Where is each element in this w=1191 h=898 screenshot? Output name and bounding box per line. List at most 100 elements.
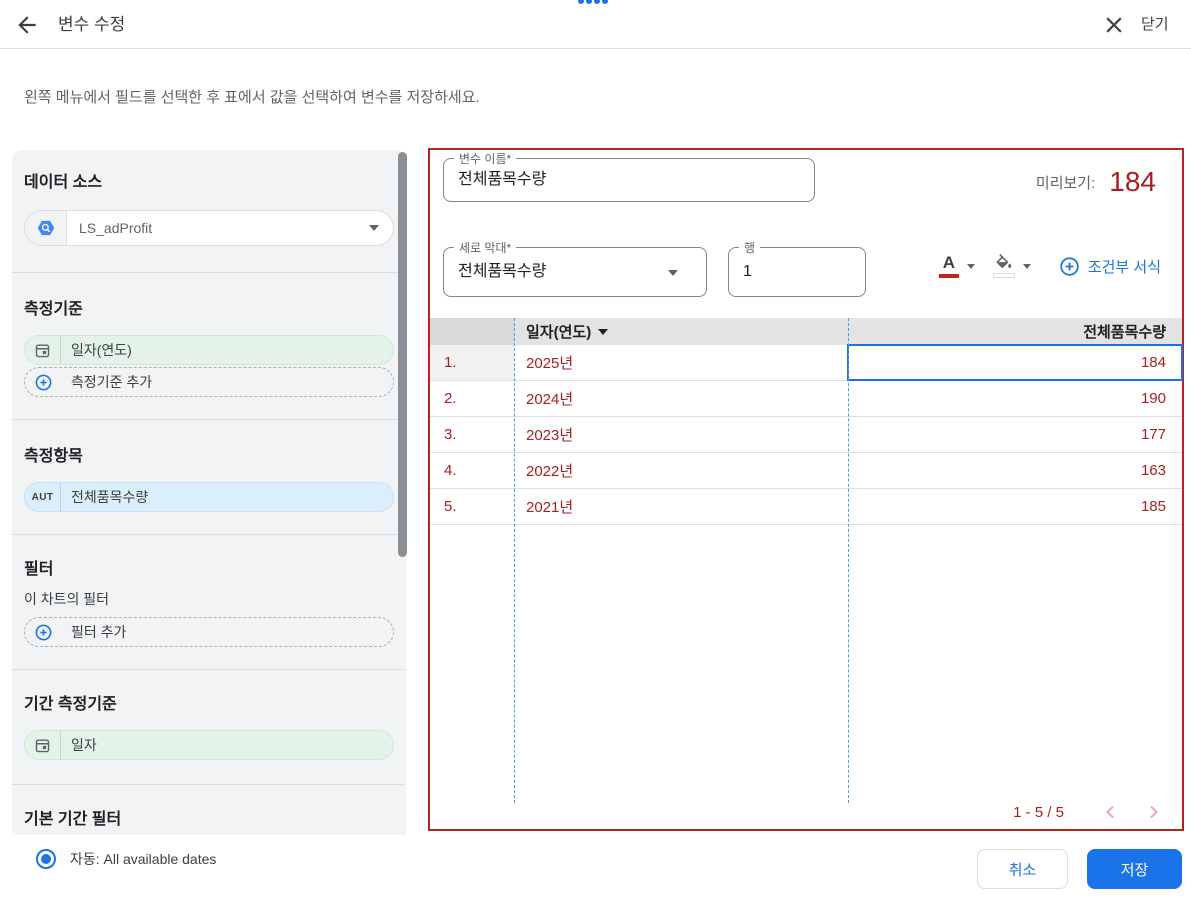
add-dimension-button[interactable]: 측정기준 추가 — [24, 367, 394, 397]
dimension-column-header[interactable]: 일자(연도) — [514, 321, 848, 342]
bigquery-hexagon-icon — [25, 211, 67, 245]
close-label[interactable]: 닫기 — [1141, 0, 1169, 49]
chevron-down-icon[interactable] — [966, 263, 975, 269]
data-source-title: 데이터 소스 — [24, 174, 103, 191]
default-date-filter-title: 기본 기간 필터 — [24, 811, 122, 828]
value-cell[interactable]: 190 — [848, 381, 1182, 416]
column-guide-line — [514, 318, 515, 803]
row-index: 2. — [444, 390, 457, 407]
metric-column-header[interactable]: 전체품목수량 — [848, 321, 1182, 342]
chevron-down-icon — [668, 270, 678, 276]
plus-circle-icon — [25, 368, 61, 396]
prev-page-button[interactable] — [1098, 800, 1122, 824]
fill-color-swatch — [992, 273, 1015, 278]
calendar-icon — [25, 336, 61, 364]
table-row: 4. 2022년 163 — [430, 453, 1182, 489]
filter-subtitle: 이 차트의 필터 — [24, 591, 110, 607]
arrow-left-icon — [18, 16, 36, 34]
format-toolbar: A 조건부 서식 — [938, 253, 1161, 278]
top-bar: 변수 수정 닫기 — [0, 0, 1191, 49]
back-button[interactable] — [14, 12, 40, 38]
plus-circle-icon — [25, 618, 61, 646]
conditional-format-label: 조건부 서식 — [1087, 258, 1161, 276]
date-dimension-title: 기간 측정기준 — [24, 696, 117, 713]
sort-desc-icon — [598, 328, 609, 335]
dimension-title: 측정기준 — [24, 301, 83, 318]
table-header-row: 일자(연도) 전체품목수량 — [430, 318, 1182, 345]
row-index: 1. — [430, 345, 514, 380]
next-page-button[interactable] — [1142, 800, 1166, 824]
text-color-swatch — [938, 274, 959, 278]
add-filter-button[interactable]: 필터 추가 — [24, 617, 394, 647]
fill-color-icon — [996, 254, 1012, 268]
metric-title: 측정항목 — [24, 448, 83, 465]
date-dimension-field-label: 일자 — [71, 737, 97, 753]
value-cell[interactable]: 185 — [848, 489, 1182, 524]
filter-title: 필터 — [24, 561, 54, 578]
dimension-chip[interactable]: 일자(연도) — [24, 335, 394, 365]
date-dimension-chip[interactable]: 일자 — [24, 730, 394, 760]
auto-date-range-label: 자동: All available dates — [70, 851, 217, 867]
preview-box: 미리보기: 184 — [1036, 166, 1156, 198]
bar-field-select[interactable]: 세로 막대* 전체품목수량 — [443, 239, 707, 297]
variable-edit-dialog: 변수 수정 닫기 왼쪽 메뉴에서 필드를 선택한 후 표에서 값을 선택하여 변… — [0, 0, 1191, 898]
close-button[interactable] — [1101, 12, 1127, 38]
aggregation-badge: AUT — [31, 491, 54, 503]
metric-chip[interactable]: AUT 전체품목수량 — [24, 482, 394, 512]
data-source-name: LS_adProfit — [79, 220, 153, 236]
table-row: 5. 2021년 185 — [430, 489, 1182, 525]
column-guide-line — [848, 318, 849, 803]
variable-name-label: 변수 이름* — [454, 150, 517, 167]
preview-label: 미리보기: — [1035, 174, 1096, 192]
chevron-left-icon — [1106, 806, 1114, 818]
bar-select-label: 세로 막대* — [454, 239, 517, 256]
row-index: 4. — [444, 462, 457, 479]
variable-config-panel: 변수 이름* 전체품목수량 미리보기: 184 세로 막대* 전체품목수량 행 … — [428, 148, 1184, 831]
table-body: 1. 2025년 184 2. 2024년 190 3. 2023년 177 4. 2022년 163… — [430, 344, 1183, 525]
data-source-selector[interactable]: LS_adProfit — [24, 210, 394, 246]
page-title: 변수 수정 — [58, 15, 126, 34]
table-row: 2. 2024년 190 — [430, 381, 1182, 417]
metric-field-label: 전체품목수량 — [71, 489, 149, 505]
chevron-down-icon — [369, 225, 379, 231]
dimension-field-label: 일자(연도) — [71, 342, 132, 358]
dimension-cell[interactable]: 2022년 — [514, 453, 848, 488]
dimension-cell[interactable]: 2021년 — [514, 489, 848, 524]
cancel-button[interactable]: 취소 — [977, 849, 1068, 889]
row-field-label: 행 — [739, 239, 761, 256]
add-dimension-label: 측정기준 추가 — [71, 374, 153, 390]
sidebar-scrollbar[interactable] — [398, 152, 407, 557]
row-index: 5. — [444, 498, 457, 515]
logo-dots-icon — [578, 0, 608, 4]
value-cell[interactable]: 163 — [848, 453, 1182, 488]
table-row: 1. 2025년 184 — [430, 344, 1183, 381]
value-cell[interactable]: 177 — [848, 417, 1182, 452]
fill-color-button[interactable] — [992, 254, 1015, 278]
instruction-text: 왼쪽 메뉴에서 필드를 선택한 후 표에서 값을 선택하여 변수를 저장하세요. — [24, 89, 480, 106]
dimension-cell[interactable]: 2025년 — [514, 345, 848, 380]
plus-circle-icon — [1060, 256, 1079, 276]
value-cell[interactable]: 184 — [847, 344, 1183, 381]
row-index: 3. — [444, 426, 457, 443]
row-number-field[interactable]: 행 1 — [728, 239, 866, 297]
dimension-cell[interactable]: 2024년 — [514, 381, 848, 416]
text-color-button[interactable]: A — [938, 253, 959, 278]
chevron-down-icon[interactable] — [1022, 263, 1031, 269]
preview-value: 184 — [1109, 166, 1156, 197]
values-table: 일자(연도) 전체품목수량 1. 2025년 184 2. 2024년 190 3. 2023… — [430, 318, 1183, 525]
pagination-label: 1 - 5 / 5 — [1013, 803, 1064, 821]
text-color-icon: A — [942, 253, 955, 272]
calendar-icon — [25, 731, 61, 759]
conditional-format-button[interactable]: 조건부 서식 — [1059, 256, 1161, 277]
close-icon — [1106, 17, 1122, 33]
dimension-cell[interactable]: 2023년 — [514, 417, 848, 452]
save-button[interactable]: 저장 — [1087, 849, 1182, 889]
add-filter-label: 필터 추가 — [71, 624, 127, 640]
chevron-right-icon — [1150, 806, 1158, 818]
variable-name-field[interactable]: 변수 이름* 전체품목수량 — [443, 150, 815, 202]
pagination: 1 - 5 / 5 — [1013, 799, 1166, 825]
radio-selected-icon — [36, 849, 56, 869]
table-row: 3. 2023년 177 — [430, 417, 1182, 453]
auto-date-range-radio[interactable]: 자동: All available dates — [36, 849, 406, 869]
row-number-header — [430, 318, 514, 345]
